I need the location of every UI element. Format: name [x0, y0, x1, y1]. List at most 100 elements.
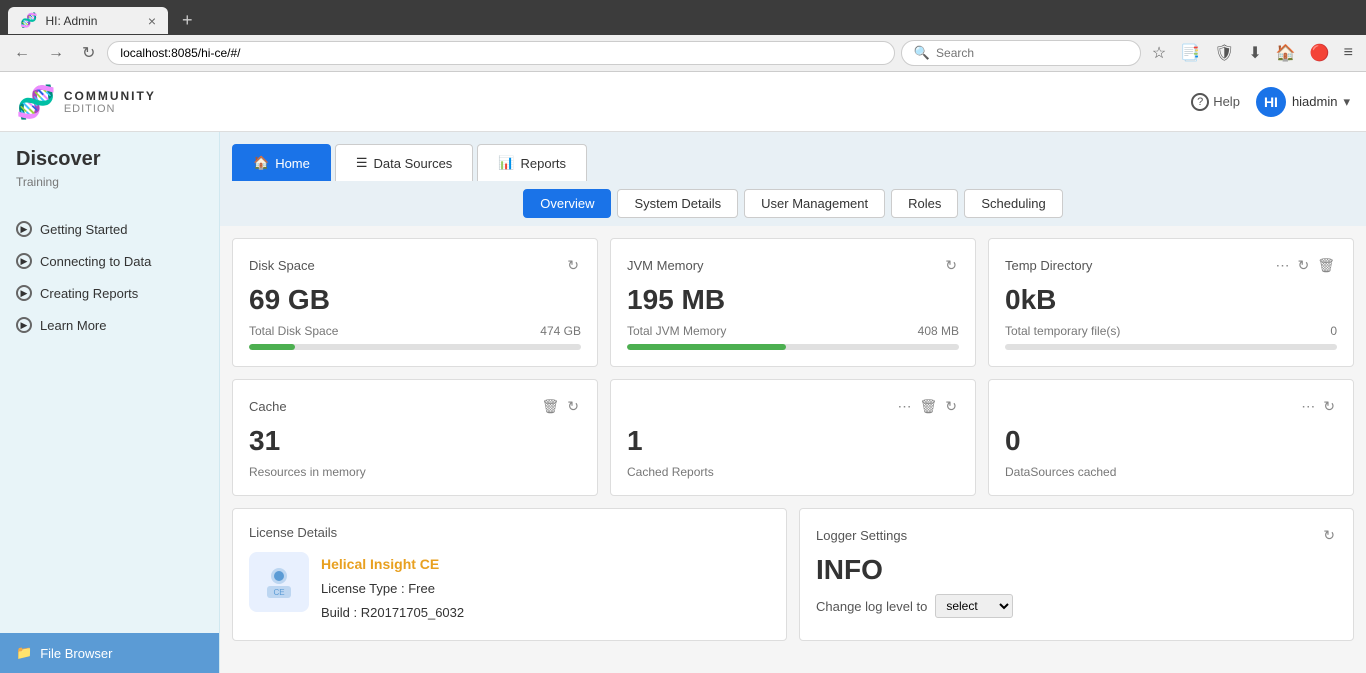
logger-value: INFO: [816, 554, 1337, 586]
tab-close-button[interactable]: ×: [148, 13, 156, 29]
sidebar-label-getting-started: Getting Started: [40, 222, 127, 237]
tab-reports[interactable]: 📊 Reports: [477, 144, 587, 181]
card-title-disk: Disk Space: [249, 258, 315, 273]
cards-row-1: Disk Space ↻ 69 GB Total Disk Space 474 …: [232, 238, 1354, 367]
sub-tab-roles[interactable]: Roles: [891, 189, 958, 218]
help-icon: ?: [1191, 93, 1209, 111]
refresh-disk-button[interactable]: ↻: [565, 255, 581, 276]
firefox-icon[interactable]: 🔴: [1305, 40, 1335, 66]
svg-text:CE: CE: [273, 588, 284, 597]
browser-search-input[interactable]: [936, 46, 1128, 60]
reports-tab-icon: 📊: [498, 155, 514, 171]
tab-data-sources[interactable]: ☰ Data Sources: [335, 144, 473, 181]
address-bar[interactable]: [107, 41, 894, 65]
more-datasources-button[interactable]: ⋯: [1299, 396, 1317, 417]
menu-icon[interactable]: ≡: [1339, 41, 1358, 65]
jvm-progress-fill: [627, 344, 786, 350]
tab-home[interactable]: 🏠 Home: [232, 144, 331, 181]
more-temp-button[interactable]: ⋯: [1273, 255, 1291, 276]
card-temp-directory: Temp Directory ⋯ ↻ 🗑 0kB Total temporary…: [988, 238, 1354, 367]
card-icons-jvm: ↻: [943, 255, 959, 276]
card-value-jvm: 195 MB: [627, 284, 959, 316]
card-icons-datasources: ⋯ ↻: [1299, 396, 1337, 417]
reader-icon[interactable]: 📑: [1175, 40, 1205, 66]
sub-tab-system-details[interactable]: System Details: [617, 189, 738, 218]
card-datasources-cached: ⋯ ↻ 0 DataSources cached: [988, 379, 1354, 496]
user-avatar: HI: [1256, 87, 1286, 117]
license-info: Helical Insight CE License Type : Free B…: [321, 552, 464, 624]
search-icon: 🔍: [914, 45, 930, 61]
delete-cached-reports-button[interactable]: 🗑: [917, 396, 939, 417]
sidebar-label-learn: Learn More: [40, 318, 106, 333]
card-license-details: License Details CE: [232, 508, 787, 641]
sidebar-label-connecting: Connecting to Data: [40, 254, 151, 269]
card-header-cache: Cache 🗑 ↻: [249, 396, 581, 417]
delete-cache-button[interactable]: 🗑: [539, 396, 561, 417]
new-tab-button[interactable]: +: [174, 6, 201, 35]
card-value-cached-reports: 1: [627, 425, 959, 457]
refresh-jvm-button[interactable]: ↻: [943, 255, 959, 276]
browser-toolbar-icons: ☆ 📑 🛡 ⬇ 🏠 🔴 ≡: [1147, 40, 1358, 66]
card-icons-temp: ⋯ ↻ 🗑: [1273, 255, 1337, 276]
browser-search-bar[interactable]: 🔍: [901, 40, 1141, 66]
card-cache: Cache 🗑 ↻ 31 Resources in memory: [232, 379, 598, 496]
home-icon[interactable]: 🏠: [1271, 40, 1301, 66]
user-info[interactable]: HI hiadmin ▾: [1256, 87, 1350, 117]
app-container: 🧬 COMMUNITY EDITION ? Help HI hiadmin ▾ …: [0, 72, 1366, 673]
license-build: Build : R20171705_6032: [321, 601, 464, 624]
card-title-jvm: JVM Memory: [627, 258, 704, 273]
sub-tab-overview[interactable]: Overview: [523, 189, 611, 218]
logger-select[interactable]: select INFO DEBUG WARN ERROR: [935, 594, 1013, 618]
refresh-cache-button[interactable]: ↻: [565, 396, 581, 417]
card-subtitle-jvm: Total JVM Memory 408 MB: [627, 324, 959, 338]
download-icon[interactable]: ⬇: [1243, 40, 1266, 66]
sidebar-item-connecting-to-data[interactable]: ▶ Connecting to Data: [0, 245, 219, 277]
refresh-datasources-button[interactable]: ↻: [1321, 396, 1337, 417]
license-type: License Type : Free: [321, 577, 464, 600]
content-area: 🏠 Home ☰ Data Sources 📊 Reports Overview…: [220, 132, 1366, 673]
sub-tab-scheduling[interactable]: Scheduling: [964, 189, 1062, 218]
card-icons-disk: ↻: [565, 255, 581, 276]
sidebar-content: ▶ Getting Started ▶ Connecting to Data ▶…: [0, 197, 219, 633]
home-tab-label: Home: [275, 156, 310, 171]
card-header-disk: Disk Space ↻: [249, 255, 581, 276]
license-badge: CE: [249, 552, 309, 612]
more-cached-reports-button[interactable]: ⋯: [895, 396, 913, 417]
refresh-cached-reports-button[interactable]: ↻: [943, 396, 959, 417]
bottom-row: License Details CE: [232, 508, 1354, 641]
disk-progress-fill: [249, 344, 295, 350]
help-button[interactable]: ? Help: [1191, 93, 1240, 111]
card-icons-cached-reports: ⋯ 🗑 ↻: [895, 396, 959, 417]
disk-progress-bar: [249, 344, 581, 350]
pocket-icon[interactable]: 🛡: [1209, 40, 1239, 66]
sidebar-item-learn-more[interactable]: ▶ Learn More: [0, 309, 219, 341]
delete-temp-button[interactable]: 🗑: [1315, 255, 1337, 276]
logo-icon: 🧬: [16, 83, 56, 121]
browser-toolbar: ← → ↻ 🔍 ☆ 📑 🛡 ⬇ 🏠 🔴 ≡: [0, 35, 1366, 72]
sidebar-item-creating-reports[interactable]: ▶ Creating Reports: [0, 277, 219, 309]
bookmark-icon[interactable]: ☆: [1147, 40, 1171, 66]
license-app-name: Helical Insight CE: [321, 552, 464, 577]
app-logo: 🧬 COMMUNITY EDITION: [16, 83, 156, 121]
sub-tab-user-management[interactable]: User Management: [744, 189, 885, 218]
user-name[interactable]: hiadmin: [1292, 94, 1338, 109]
file-browser-button[interactable]: 📁 File Browser: [0, 633, 219, 673]
license-body: CE Helical Insight CE License Type : Fre…: [249, 552, 770, 624]
main-body: Discover Training ▶ Getting Started ▶ Co…: [0, 132, 1366, 673]
forward-button[interactable]: →: [42, 41, 70, 65]
sidebar-item-getting-started[interactable]: ▶ Getting Started: [0, 213, 219, 245]
address-input[interactable]: [120, 46, 881, 60]
temp-progress-bar: [1005, 344, 1337, 350]
browser-tab[interactable]: 🧬 HI: Admin ×: [8, 7, 168, 34]
logo-text: COMMUNITY EDITION: [64, 89, 156, 115]
back-button[interactable]: ←: [8, 41, 36, 65]
data-sources-tab-icon: ☰: [356, 155, 368, 171]
dashboard: Disk Space ↻ 69 GB Total Disk Space 474 …: [220, 226, 1366, 653]
card-cached-reports: ⋯ 🗑 ↻ 1 Cached Reports: [610, 379, 976, 496]
disk-subtitle-label: Total Disk Space: [249, 324, 338, 338]
refresh-temp-button[interactable]: ↻: [1295, 255, 1311, 276]
cached-reports-subtitle: Cached Reports: [627, 465, 959, 479]
refresh-logger-button[interactable]: ↻: [1321, 525, 1337, 546]
refresh-button[interactable]: ↻: [76, 40, 101, 66]
user-dropdown-icon[interactable]: ▾: [1343, 94, 1350, 110]
